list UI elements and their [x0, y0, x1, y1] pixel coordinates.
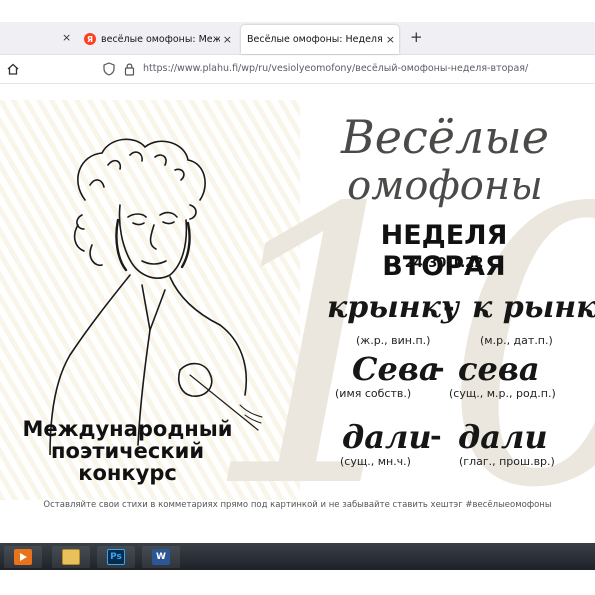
- pair-dash: -: [443, 290, 455, 323]
- homophone-left: дали: [342, 418, 432, 456]
- yandex-icon: Я: [84, 33, 96, 45]
- taskbar: Ps W: [0, 543, 595, 570]
- week-heading: НЕДЕЛЯ ВТОРАЯ: [380, 220, 508, 282]
- tab-homophones-contest[interactable]: Я весёлые омофоны: Международ ×: [84, 26, 236, 52]
- taskbar-button-file-explorer[interactable]: [52, 546, 90, 568]
- taskbar-button-media-player[interactable]: [4, 546, 42, 568]
- home-icon[interactable]: [6, 62, 20, 76]
- grammar-note: (имя собств.): [335, 387, 412, 400]
- photoshop-icon: Ps: [107, 549, 125, 565]
- grammar-note: (глаг., прош.вр.): [459, 455, 555, 468]
- contest-label: Международный поэтический конкурс: [0, 418, 255, 484]
- contest-line-2: поэтический: [50, 439, 205, 463]
- contest-line-1: Международный: [22, 417, 233, 441]
- new-tab-button[interactable]: +: [410, 28, 423, 46]
- pushkin-portrait-sketch: [49, 138, 263, 455]
- close-icon[interactable]: ×: [386, 33, 395, 46]
- close-icon[interactable]: ×: [223, 33, 232, 46]
- homophone-right: к рынку: [472, 290, 595, 325]
- shield-icon[interactable]: [103, 62, 115, 76]
- grammar-note: (сущ., мн.ч.): [340, 455, 411, 468]
- week-dates: 24-30.1.22: [404, 256, 484, 271]
- tab-title: Весёлые омофоны: Неделя вторая: [247, 34, 383, 45]
- previous-tab-close-icon[interactable]: ×: [62, 31, 71, 44]
- homophone-left: Сева: [352, 350, 440, 388]
- media-player-icon: [14, 549, 32, 565]
- tab-bar: × Я весёлые омофоны: Международ × Весёлы…: [0, 22, 595, 55]
- pair-dash: -: [430, 419, 442, 452]
- file-explorer-icon: [62, 549, 80, 565]
- homophone-right: дали: [458, 418, 548, 456]
- lock-icon[interactable]: [124, 62, 135, 76]
- tab-title: весёлые омофоны: Международ: [101, 33, 220, 45]
- contest-line-3: конкурс: [78, 461, 177, 485]
- pair-dash: -: [433, 351, 445, 384]
- poster-title-line-1: Весёлые: [341, 110, 549, 164]
- homophone-right: сева: [458, 350, 540, 388]
- taskbar-button-word[interactable]: W: [142, 546, 180, 568]
- homophones-poster: 10 Международный: [0, 100, 595, 500]
- word-icon: W: [152, 549, 170, 565]
- homophone-left: крынку: [327, 290, 459, 325]
- grammar-note: (ж.р., вин.п.): [356, 334, 431, 347]
- taskbar-button-photoshop[interactable]: Ps: [97, 546, 135, 568]
- grammar-note: (м.р., дат.п.): [480, 334, 553, 347]
- poster-caption: Оставляйте свои стихи в комметариях прям…: [43, 500, 552, 510]
- url-input[interactable]: https://www.plahu.fi/wp/ru/vesiolyeomofo…: [143, 63, 528, 74]
- grammar-note: (сущ., м.р., род.п.): [449, 387, 556, 400]
- tab-homophones-week-two[interactable]: Весёлые омофоны: Неделя вторая ×: [241, 25, 399, 54]
- poster-title-line-2: омофоны: [347, 163, 543, 209]
- navigation-bar: https://www.plahu.fi/wp/ru/vesiolyeomofo…: [0, 56, 595, 84]
